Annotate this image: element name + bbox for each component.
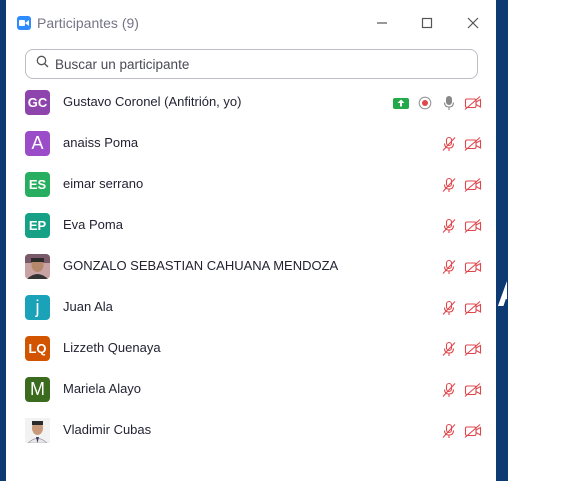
window-title: Participantes (9): [37, 15, 139, 31]
avatar: M: [25, 377, 50, 402]
participant-row[interactable]: Aanaiss Poma: [6, 123, 496, 164]
zoom-app-icon: [17, 16, 31, 30]
microphone-icon[interactable]: [440, 94, 458, 112]
avatar: A: [25, 131, 50, 156]
participant-controls: [440, 340, 482, 358]
participant-name: Gustavo Coronel (Anfitrión, yo): [63, 94, 242, 109]
participant-name: Eva Poma: [63, 217, 123, 232]
search-input[interactable]: [53, 55, 457, 73]
participant-row[interactable]: ES eimar serrano: [6, 164, 496, 205]
video-off-icon[interactable]: [464, 217, 482, 235]
participants-window: Participantes (9) GC Gustavo Coronel (Anf…: [6, 0, 496, 481]
participant-controls: [440, 299, 482, 317]
microphone-muted-icon[interactable]: [440, 381, 458, 399]
microphone-muted-icon[interactable]: [440, 422, 458, 440]
video-off-icon[interactable]: [464, 94, 482, 112]
avatar: [25, 254, 50, 279]
video-off-icon[interactable]: [464, 258, 482, 276]
avatar: GC: [25, 90, 50, 115]
participant-controls: [440, 381, 482, 399]
share-screen-icon[interactable]: [392, 94, 410, 112]
participant-name: Lizzeth Quenaya: [63, 340, 161, 355]
participant-row[interactable]: GONZALO SEBASTIAN CAHUANA MENDOZA: [6, 246, 496, 287]
participant-row[interactable]: GC Gustavo Coronel (Anfitrión, yo): [6, 82, 496, 123]
record-icon: [416, 94, 434, 112]
participant-row[interactable]: Vladimir Cubas: [6, 410, 496, 451]
participant-row[interactable]: j Juan Ala: [6, 287, 496, 328]
video-off-icon[interactable]: [464, 340, 482, 358]
participant-row[interactable]: EP Eva Poma: [6, 205, 496, 246]
participant-row[interactable]: LQ Lizzeth Quenaya: [6, 328, 496, 369]
avatar: j: [25, 295, 50, 320]
participant-controls: [440, 422, 482, 440]
participant-name: anaiss Poma: [63, 135, 139, 150]
participant-name: GONZALO SEBASTIAN CAHUANA MENDOZA: [63, 258, 339, 273]
video-off-icon[interactable]: [464, 299, 482, 317]
video-off-icon[interactable]: [464, 135, 482, 153]
microphone-muted-icon[interactable]: [440, 135, 458, 153]
maximize-icon[interactable]: [412, 8, 442, 38]
avatar: LQ: [25, 336, 50, 361]
participant-list: GC Gustavo Coronel (Anfitrión, yo) Aanaiss…: [6, 82, 496, 451]
background-glyph: A: [497, 276, 507, 312]
avatar: ES: [25, 172, 50, 197]
participant-name: Vladimir Cubas: [63, 422, 152, 437]
search-box: [25, 49, 478, 79]
participant-controls: [440, 176, 482, 194]
microphone-muted-icon[interactable]: [440, 176, 458, 194]
avatar: EP: [25, 213, 50, 238]
participant-controls: [440, 258, 482, 276]
participant-name: eimar serrano: [63, 176, 144, 191]
video-off-icon[interactable]: [464, 422, 482, 440]
participant-name: Mariela Alayo: [63, 381, 142, 396]
participant-controls: [392, 94, 482, 112]
microphone-muted-icon[interactable]: [440, 299, 458, 317]
participant-row[interactable]: M Mariela Alayo: [6, 369, 496, 410]
video-off-icon[interactable]: [464, 381, 482, 399]
microphone-muted-icon[interactable]: [440, 340, 458, 358]
title-bar: Participantes (9): [6, 8, 496, 38]
avatar: [25, 418, 50, 443]
participant-controls: [440, 217, 482, 235]
close-icon[interactable]: [458, 8, 488, 38]
video-off-icon[interactable]: [464, 176, 482, 194]
participant-name: Juan Ala: [63, 299, 113, 314]
background-right-edge: [496, 0, 508, 481]
minimize-icon[interactable]: [367, 8, 397, 38]
participant-controls: [440, 135, 482, 153]
microphone-muted-icon[interactable]: [440, 258, 458, 276]
search-icon: [36, 55, 49, 73]
microphone-muted-icon[interactable]: [440, 217, 458, 235]
